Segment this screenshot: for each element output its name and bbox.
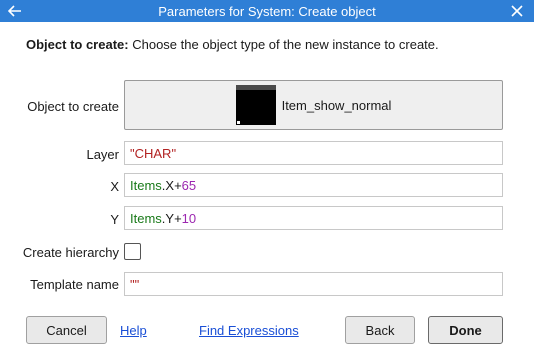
template-name-label: Template name [30,277,119,292]
object-name: Item_show_normal [281,97,392,113]
object-picker[interactable]: Item_show_normal [124,80,503,130]
x-expression: .X+ [161,177,182,193]
window-title: Parameters for System: Create object [158,3,376,19]
x-number: 65 [181,177,197,193]
description-text: Choose the object type of the new instan… [132,37,439,52]
find-expressions-link[interactable]: Find Expressions [199,323,299,338]
create-hierarchy-checkbox[interactable] [124,243,141,260]
create-hierarchy-label: Create hierarchy [22,245,119,260]
thumbnail-strip [235,85,276,90]
cancel-button[interactable]: Cancel [26,316,107,344]
close-icon[interactable] [506,0,528,22]
y-expression: .Y+ [161,210,182,226]
title-bar: Parameters for System: Create object [0,0,534,22]
back-button[interactable]: Back [345,316,415,344]
y-label: Y [110,212,119,227]
x-label: X [110,179,119,194]
description-label: Object to create: [26,37,129,52]
object-thumbnail [235,85,276,125]
object-to-create-label: Object to create [27,99,119,114]
template-name-field[interactable]: "" [124,272,503,296]
y-number: 10 [181,210,197,226]
help-link[interactable]: Help [120,323,147,338]
layer-label: Layer [86,147,119,162]
layer-value: "CHAR" [130,145,177,161]
back-arrow-icon[interactable] [4,0,26,22]
x-field[interactable]: Items .X+ 65 [124,173,503,197]
template-name-value: "" [130,276,140,292]
thumbnail-corner [236,121,240,124]
parameter-description: Object to create: Choose the object type… [26,37,439,52]
y-object: Items [130,210,162,226]
done-button[interactable]: Done [428,316,503,344]
y-field[interactable]: Items .Y+ 10 [124,206,503,230]
layer-field[interactable]: "CHAR" [124,141,503,165]
x-object: Items [130,177,162,193]
